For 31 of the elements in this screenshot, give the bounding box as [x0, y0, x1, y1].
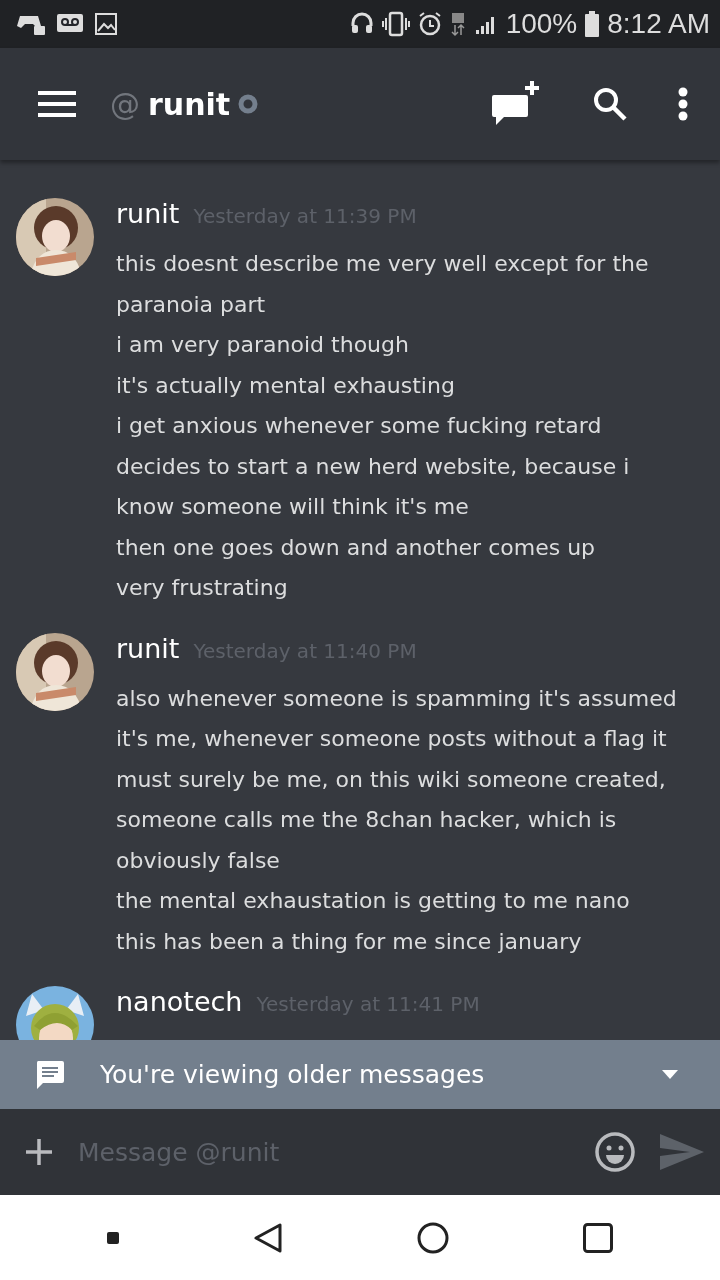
alarm-icon [417, 11, 442, 37]
battery-icon [585, 11, 600, 37]
plus-icon[interactable] [24, 1137, 54, 1167]
image-icon [94, 12, 118, 36]
at-sign: @ [110, 86, 140, 122]
message-text: the mental exhaustation is getting to me nano [116, 887, 631, 915]
username[interactable]: runit [116, 632, 180, 664]
message-text: very frustrating [116, 574, 289, 602]
status-ring-icon [238, 94, 259, 114]
more-options-icon[interactable] [678, 87, 688, 121]
vibrate-icon [381, 11, 410, 37]
data-arrows-icon [449, 11, 466, 37]
message-text: this has been a thing for me since january [116, 927, 583, 956]
clock-time: 8:12 AM [607, 8, 710, 40]
message-text: it's actually mental exhausting [116, 371, 456, 400]
recents-icon[interactable] [583, 1222, 613, 1253]
home-icon[interactable] [417, 1221, 449, 1254]
older-messages-banner[interactable]: You're viewing older messages [0, 1040, 720, 1109]
message-text: then one goes down and another comes up [116, 533, 597, 562]
channel-title: runit [148, 86, 231, 122]
menu-icon[interactable] [38, 90, 76, 118]
username[interactable]: nanotech [116, 986, 243, 1017]
dropdown-caret-icon[interactable] [662, 1070, 678, 1079]
chat-icon [34, 1058, 66, 1091]
back-icon[interactable] [253, 1221, 283, 1254]
emoji-icon[interactable] [594, 1131, 636, 1173]
battery-percentage: 100% [505, 8, 578, 40]
message-text: i am very paranoid though [116, 331, 410, 359]
search-icon[interactable] [592, 86, 628, 122]
username[interactable]: runit [116, 198, 180, 229]
banner-text: You're viewing older messages [100, 1060, 486, 1089]
